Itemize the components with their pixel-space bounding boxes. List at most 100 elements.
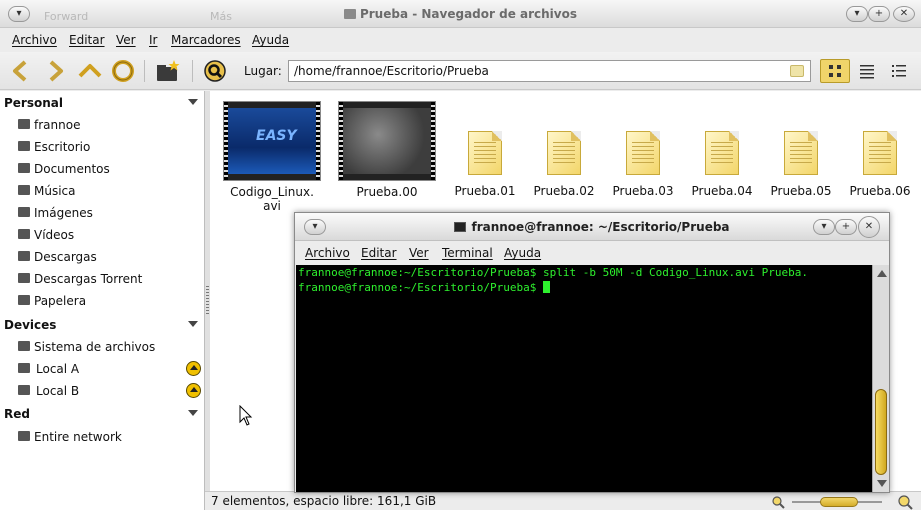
trash-icon [18, 295, 30, 305]
sidebar-item-label: Documentos [34, 162, 110, 176]
menu-ver[interactable]: Ver [116, 33, 136, 47]
document-icon [705, 131, 739, 175]
eject-local-b-icon[interactable] [186, 383, 201, 398]
terminal-window: ▾ frannoe@frannoe: ~/Escritorio/Prueba ▾… [294, 212, 890, 493]
list-view-icon [860, 65, 874, 79]
video-thumbnail [338, 101, 436, 181]
video-thumbnail: EASY [223, 101, 321, 181]
window-title: Prueba - Navegador de archivos [0, 7, 921, 21]
thumbnail-text: EASY [256, 128, 297, 144]
sidebar-item-label: Descargas [34, 250, 97, 264]
terminal-icon [454, 222, 467, 232]
location-field[interactable]: /home/frannoe/Escritorio/Prueba [288, 60, 811, 82]
status-text: 7 elementos, espacio libre: 161,1 GiB [211, 494, 437, 508]
file-name: Prueba.00 [356, 185, 418, 199]
filesystem-icon [18, 341, 30, 351]
menu-ayuda[interactable]: Ayuda [252, 33, 289, 47]
scroll-up-icon[interactable] [877, 270, 887, 277]
pictures-icon [18, 207, 30, 217]
menu-marcadores[interactable]: Marcadores [171, 33, 241, 47]
document-icon [863, 131, 897, 175]
document-icon [468, 131, 502, 175]
file-name: Prueba.06 [849, 184, 911, 198]
document-icon [626, 131, 660, 175]
zoom-slider-handle[interactable] [820, 497, 858, 507]
list-view-button[interactable] [852, 59, 882, 83]
torrent-downloads-icon [18, 273, 30, 283]
toolbar-separator [192, 60, 193, 82]
icons-view-icon [829, 65, 841, 77]
terminal-menu-terminal[interactable]: Terminal [442, 246, 493, 260]
window-title-text: Prueba - Navegador de archivos [359, 7, 578, 21]
file-item-prueba-06[interactable]: Prueba.06 [830, 101, 921, 198]
file-item-codigo-linux[interactable]: EASY Codigo_Linux. avi [222, 101, 322, 213]
terminal-menu-editar[interactable]: Editar [361, 246, 397, 260]
terminal-maximize-button[interactable]: + [835, 219, 857, 235]
sidebar-item-label: frannoe [34, 118, 81, 132]
sidebar-item-label: Descargas Torrent [34, 272, 143, 286]
mouse-pointer-icon [239, 405, 253, 426]
location-text: /home/frannoe/Escritorio/Prueba [294, 64, 489, 78]
terminal-line: frannoe@frannoe:~/Escritorio/Prueba$ spl… [298, 266, 808, 279]
maximize-button[interactable]: + [868, 6, 890, 22]
sidebar-item-label: Local A [36, 362, 80, 376]
scroll-down-icon[interactable] [877, 480, 887, 487]
collapse-devices-icon[interactable] [188, 321, 198, 327]
drive-icon [18, 385, 30, 395]
toolbar: Lugar: /home/frannoe/Escritorio/Prueba [0, 52, 921, 90]
document-icon [784, 131, 818, 175]
menu-archivo[interactable]: Archivo [12, 33, 57, 47]
terminal-minimize-button[interactable]: ▾ [813, 219, 835, 235]
status-bar: 7 elementos, espacio libre: 161,1 GiB [205, 491, 921, 510]
drive-icon [18, 363, 30, 373]
scrollbar-thumb[interactable] [875, 389, 887, 475]
zoom-in-icon[interactable] [897, 494, 913, 510]
reload-icon[interactable] [110, 58, 136, 84]
terminal-screen[interactable]: frannoe@frannoe:~/Escritorio/Prueba$ spl… [296, 265, 872, 492]
terminal-prompt-line: frannoe@frannoe:~/Escritorio/Prueba$ [298, 280, 872, 296]
section-devices[interactable]: Devices [4, 318, 56, 332]
videos-icon [18, 229, 30, 239]
search-icon[interactable] [202, 58, 228, 84]
terminal-menu-ayuda[interactable]: Ayuda [504, 246, 541, 260]
music-icon [18, 185, 30, 195]
minimize-button[interactable]: ▾ [846, 6, 868, 22]
splitter-grip[interactable] [206, 286, 209, 316]
new-folder-icon[interactable] [155, 58, 181, 84]
compact-view-button[interactable] [884, 59, 914, 83]
text-cursor [543, 280, 551, 293]
file-item-prueba-00[interactable]: Prueba.00 [337, 101, 437, 199]
icons-view-button[interactable] [820, 59, 850, 83]
menu-bar: Archivo Editar Ver Ir Marcadores Ayuda [0, 29, 921, 51]
documents-icon [18, 163, 30, 173]
eject-local-a-icon[interactable] [186, 361, 201, 376]
section-red[interactable]: Red [4, 407, 30, 421]
title-bar[interactable]: ▾ Forward Más Prueba - Navegador de arch… [0, 0, 921, 28]
sidebar-item-label: Música [34, 184, 76, 198]
menu-editar[interactable]: Editar [69, 33, 105, 47]
up-icon[interactable] [77, 58, 103, 84]
desktop-icon [18, 141, 30, 151]
home-icon [18, 119, 30, 129]
network-icon [18, 431, 30, 441]
terminal-line: frannoe@frannoe:~/Escritorio/Prueba$ [298, 280, 544, 294]
back-icon[interactable] [8, 58, 34, 84]
terminal-menu-ver[interactable]: Ver [409, 246, 429, 260]
terminal-title-bar[interactable]: ▾ frannoe@frannoe: ~/Escritorio/Prueba ▾… [295, 213, 889, 241]
sidebar-item-label: Entire network [34, 430, 122, 444]
downloads-icon [18, 251, 30, 261]
section-personal[interactable]: Personal [4, 96, 63, 110]
close-button[interactable]: ✕ [893, 6, 915, 22]
folder-icon [343, 9, 356, 19]
terminal-menu-archivo[interactable]: Archivo [305, 246, 350, 260]
collapse-red-icon[interactable] [188, 410, 198, 416]
terminal-scrollbar[interactable] [872, 265, 889, 492]
collapse-personal-icon[interactable] [188, 99, 198, 105]
places-sidebar: Personal frannoe Escritorio Documentos M… [0, 91, 205, 510]
forward-icon[interactable] [42, 58, 68, 84]
clear-location-icon[interactable] [790, 65, 804, 77]
menu-ir[interactable]: Ir [149, 33, 157, 47]
zoom-out-icon[interactable] [771, 495, 785, 509]
terminal-close-button[interactable]: ✕ [858, 216, 880, 238]
sidebar-item-label: Vídeos [34, 228, 75, 242]
